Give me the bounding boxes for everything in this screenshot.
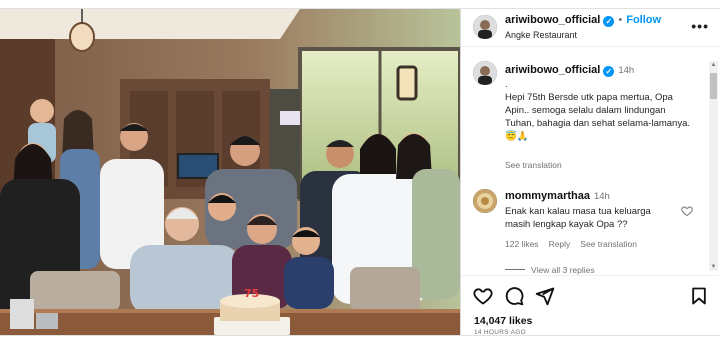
post-timestamp: 14 HOURS AGO [474,329,527,336]
comment-text: Enak kan kalau masa tua keluarga masih l… [505,206,651,230]
comment-username[interactable]: mommymarthaa [505,190,590,202]
comments-scrollbar[interactable]: ▲ ▼ [709,61,718,271]
comment-author: mommymarthaa 14h [505,190,610,202]
comments-section: ariwibowo_official ✓ 14h . Hepi 75th Bersd… [461,47,709,275]
follow-button[interactable]: Follow [626,14,661,26]
avatar-image [473,61,497,85]
verified-icon: ✓ [603,66,615,77]
view-replies[interactable]: View all 3 replies [505,265,595,275]
comment-likes[interactable]: 122 likes [505,239,539,249]
separator-dot: • [618,14,623,26]
comment-icon[interactable] [504,286,524,306]
caption-avatar[interactable] [473,61,497,85]
comment-see-translation[interactable]: See translation [580,239,637,249]
caption-username[interactable]: ariwibowo_official [505,64,600,76]
scrollbar-thumb[interactable] [710,73,717,99]
post-author: ariwibowo_official ✓ • Follow [505,14,661,27]
comment-time: 14h [593,191,610,202]
caption-time: 14h [618,65,635,76]
action-bar: 14,047 likes 14 HOURS AGO [461,275,719,336]
family-photo-illustration: 75 [0,9,460,335]
caption-text: . Hepi 75th Bersde utk papa mertua, Opa … [505,79,691,142]
avatar-image [473,189,497,213]
verified-icon: ✓ [603,16,615,27]
bookmark-icon[interactable] [689,286,709,306]
caption-see-translation[interactable]: See translation [505,160,562,170]
avatar[interactable] [473,15,497,39]
heart-icon[interactable] [473,286,493,306]
commenter-avatar[interactable] [473,189,497,213]
post-location[interactable]: Angke Restaurant [505,30,577,40]
share-icon[interactable] [535,286,555,306]
scroll-up-icon[interactable]: ▲ [709,61,718,69]
post-sidebar: ariwibowo_official ✓ • Follow Angke Restaur… [460,9,720,336]
post-photo[interactable]: 75 [0,9,460,335]
post-author-username[interactable]: ariwibowo_official [505,14,600,26]
cake-candle-number: 75 [244,287,259,300]
avatar-image [473,15,497,39]
more-icon[interactable]: ••• [691,18,709,34]
reply-button[interactable]: Reply [549,239,571,249]
comment-like-icon[interactable] [681,204,693,222]
view-replies-label[interactable]: View all 3 replies [531,265,595,275]
comment-meta: 122 likes Reply See translation [505,239,647,249]
replies-line [505,269,525,270]
post-header: ariwibowo_official ✓ • Follow Angke Restaur… [461,9,719,47]
scroll-down-icon[interactable]: ▼ [709,263,718,271]
instagram-post: 75 ariwibowo_official ✓ • Follow Angke Rest… [0,0,720,344]
caption-author: ariwibowo_official ✓ 14h [505,64,634,77]
likes-count[interactable]: 14,047 likes [474,315,532,327]
